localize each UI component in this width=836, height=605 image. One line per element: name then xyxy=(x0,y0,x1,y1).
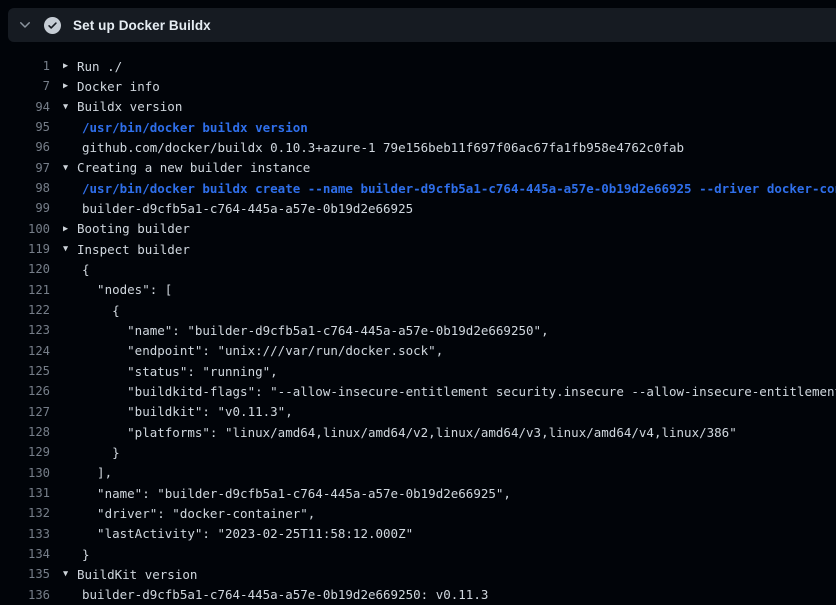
line-number[interactable]: 135 xyxy=(0,567,50,581)
group-title: Inspect builder xyxy=(77,242,190,257)
log-output-text: } xyxy=(77,547,90,562)
log-output-text: "nodes": [ xyxy=(77,282,172,297)
log-output-text: "buildkit": "v0.11.3", xyxy=(77,404,293,419)
log-line-row: 128 "platforms": "linux/amd64,linux/amd6… xyxy=(0,422,836,442)
log-group-row[interactable]: 94 ▼Buildx version xyxy=(0,97,836,117)
line-number[interactable]: 133 xyxy=(0,527,50,541)
log-line-row: 127 "buildkit": "v0.11.3", xyxy=(0,402,836,422)
top-spacer xyxy=(0,0,836,8)
log: 1▶Run ./7▶Docker info94▼Buildx version95… xyxy=(0,42,836,605)
line-number[interactable]: 136 xyxy=(0,588,50,602)
log-output-text: "buildkitd-flags": "--allow-insecure-ent… xyxy=(77,384,836,399)
line-number[interactable]: 128 xyxy=(0,425,50,439)
line-number[interactable]: 96 xyxy=(0,140,50,154)
log-output-text: { xyxy=(77,262,90,277)
line-number[interactable]: 7 xyxy=(0,79,50,93)
group-title: Docker info xyxy=(77,79,160,94)
log-line-row: 136 builder-d9cfb5a1-c764-445a-a57e-0b19d… xyxy=(0,585,836,605)
log-output-text: "name": "builder-d9cfb5a1-c764-445a-a57e… xyxy=(77,323,549,338)
log-output-text: ], xyxy=(77,465,112,480)
log-output-text: github.com/docker/buildx 0.10.3+azure-1 … xyxy=(77,140,684,155)
triangle-right-icon: ▶ xyxy=(63,76,77,96)
triangle-down-icon: ▼ xyxy=(63,97,77,117)
line-number[interactable]: 100 xyxy=(0,222,50,236)
log-line-row: 95/usr/bin/docker buildx version xyxy=(0,117,836,137)
log-line-row: 133 "lastActivity": "2023-02-25T11:58:12… xyxy=(0,524,836,544)
line-number[interactable]: 132 xyxy=(0,506,50,520)
line-number[interactable]: 125 xyxy=(0,364,50,378)
line-number[interactable]: 99 xyxy=(0,201,50,215)
step-title: Set up Docker Buildx xyxy=(73,18,211,33)
line-number[interactable]: 131 xyxy=(0,486,50,500)
line-number[interactable]: 94 xyxy=(0,100,50,114)
log-output-text: } xyxy=(77,445,120,460)
log-group-row[interactable]: 97 ▼Creating a new builder instance xyxy=(0,158,836,178)
group-title: BuildKit version xyxy=(77,567,197,582)
line-number[interactable]: 95 xyxy=(0,120,50,134)
triangle-down-icon: ▼ xyxy=(63,158,77,178)
log-output-text: "endpoint": "unix:///var/run/docker.sock… xyxy=(77,343,443,358)
log-output-text: builder-d9cfb5a1-c764-445a-a57e-0b19d2e6… xyxy=(77,201,413,216)
log-command-text: /usr/bin/docker buildx create --name bui… xyxy=(77,181,836,196)
log-group-row[interactable]: 119 ▼Inspect builder xyxy=(0,239,836,259)
log-group-row[interactable]: 1 ▶Run ./ xyxy=(0,56,836,76)
check-circle-icon xyxy=(44,17,61,34)
log-line-row: 123 "name": "builder-d9cfb5a1-c764-445a-… xyxy=(0,320,836,340)
line-number[interactable]: 97 xyxy=(0,161,50,175)
chevron-down-icon[interactable] xyxy=(17,17,33,33)
log-group-row[interactable]: 100 ▶Booting builder xyxy=(0,219,836,239)
line-number[interactable]: 98 xyxy=(0,181,50,195)
log-line-row: 96 github.com/docker/buildx 0.10.3+azure-… xyxy=(0,137,836,157)
triangle-down-icon: ▼ xyxy=(63,239,77,259)
log-output-text: "name": "builder-d9cfb5a1-c764-445a-a57e… xyxy=(77,486,511,501)
line-number[interactable]: 122 xyxy=(0,303,50,317)
line-number[interactable]: 121 xyxy=(0,283,50,297)
line-number[interactable]: 119 xyxy=(0,242,50,256)
log-line-row: 124 "endpoint": "unix:///var/run/docker.… xyxy=(0,341,836,361)
log-line-row: 120 { xyxy=(0,259,836,279)
log-line-row: 121 "nodes": [ xyxy=(0,280,836,300)
log-output-text: "lastActivity": "2023-02-25T11:58:12.000… xyxy=(77,526,413,541)
log-line-row: 130 ], xyxy=(0,463,836,483)
log-line-row: 131 "name": "builder-d9cfb5a1-c764-445a-… xyxy=(0,483,836,503)
triangle-right-icon: ▶ xyxy=(63,56,77,76)
line-number[interactable]: 124 xyxy=(0,344,50,358)
log-line-row: 132 "driver": "docker-container", xyxy=(0,503,836,523)
line-number[interactable]: 1 xyxy=(0,59,50,73)
log-output-text: "driver": "docker-container", xyxy=(77,506,315,521)
step-header[interactable]: Set up Docker Buildx xyxy=(8,8,836,42)
group-title: Buildx version xyxy=(77,99,182,114)
log-group-row[interactable]: 7 ▶Docker info xyxy=(0,76,836,96)
log-line-row: 99 builder-d9cfb5a1-c764-445a-a57e-0b19d2… xyxy=(0,198,836,218)
line-number[interactable]: 134 xyxy=(0,547,50,561)
line-number[interactable]: 123 xyxy=(0,323,50,337)
log-line-row: 125 "status": "running", xyxy=(0,361,836,381)
line-number[interactable]: 129 xyxy=(0,445,50,459)
line-number[interactable]: 120 xyxy=(0,262,50,276)
log-output-text: builder-d9cfb5a1-c764-445a-a57e-0b19d2e6… xyxy=(77,587,488,602)
line-number[interactable]: 126 xyxy=(0,384,50,398)
triangle-right-icon: ▶ xyxy=(63,219,77,239)
log-line-row: 129 } xyxy=(0,442,836,462)
log-output-text: "status": "running", xyxy=(77,364,278,379)
log-line-row: 134} xyxy=(0,544,836,564)
log-line-row: 122 { xyxy=(0,300,836,320)
log-line-row: 98/usr/bin/docker buildx create --name b… xyxy=(0,178,836,198)
group-title: Creating a new builder instance xyxy=(77,160,310,175)
triangle-down-icon: ▼ xyxy=(63,564,77,584)
log-command-text: /usr/bin/docker buildx version xyxy=(77,120,308,135)
group-title: Run ./ xyxy=(77,59,122,74)
line-number[interactable]: 127 xyxy=(0,405,50,419)
group-title: Booting builder xyxy=(77,221,190,236)
log-output-text: { xyxy=(77,303,120,318)
log-group-row[interactable]: 135 ▼BuildKit version xyxy=(0,564,836,584)
log-output-text: "platforms": "linux/amd64,linux/amd64/v2… xyxy=(77,425,737,440)
line-number[interactable]: 130 xyxy=(0,466,50,480)
log-line-row: 126 "buildkitd-flags": "--allow-insecure… xyxy=(0,381,836,401)
